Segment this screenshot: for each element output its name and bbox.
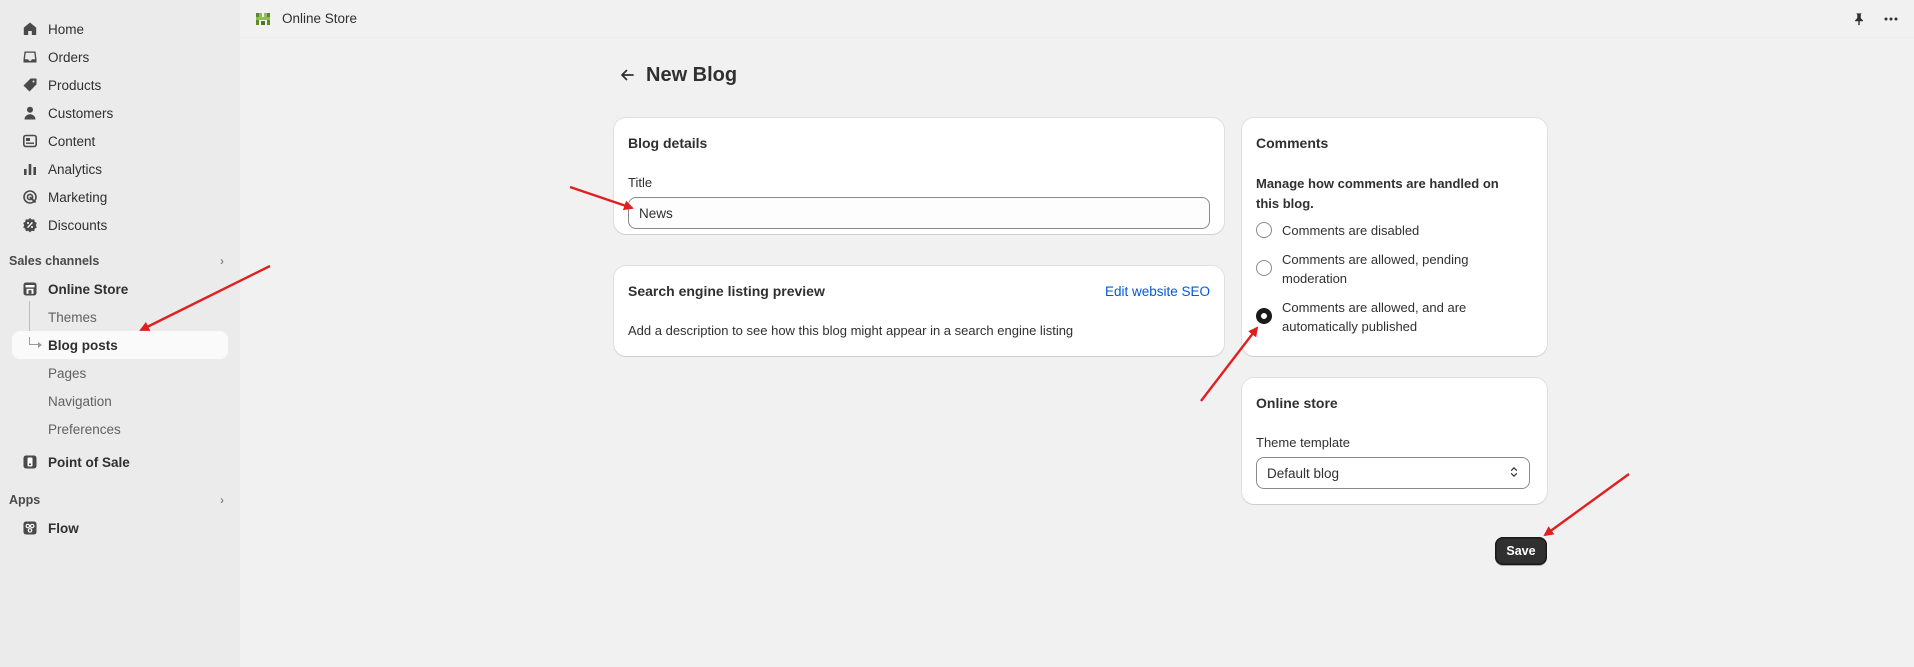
sidebar-item-online-store[interactable]: Online Store <box>12 275 228 303</box>
sidebar-item-orders[interactable]: Orders <box>12 43 228 71</box>
radio-button-checked[interactable] <box>1256 308 1272 324</box>
sidebar-item-products[interactable]: Products <box>12 71 228 99</box>
sidebar-item-flow[interactable]: Flow <box>12 514 228 542</box>
radio-label-line2: moderation <box>1282 271 1348 286</box>
back-arrow-icon[interactable] <box>614 62 640 88</box>
pos-icon <box>22 454 38 470</box>
sidebar-item-content[interactable]: Content <box>12 127 228 155</box>
seo-description: Add a description to see how this blog m… <box>628 323 1074 338</box>
topbar: Online Store <box>240 0 1914 38</box>
target-icon <box>22 189 38 205</box>
flow-icon <box>22 520 38 536</box>
theme-template-select[interactable]: Default blog <box>1256 457 1530 489</box>
sidebar-item-home[interactable]: Home <box>12 15 228 43</box>
comments-card: Comments Manage how comments are handled… <box>1242 118 1547 356</box>
more-horizontal-icon[interactable] <box>1882 10 1900 28</box>
radio-label-line1: Comments are allowed, and are <box>1282 300 1467 315</box>
sales-channels-label: Sales channels <box>9 254 100 268</box>
sidebar-item-label: Home <box>48 21 85 37</box>
sidebar-item-customers[interactable]: Customers <box>12 99 228 127</box>
sidebar-item-label: Analytics <box>48 161 103 177</box>
sidebar-item-label: Customers <box>48 105 114 121</box>
sidebar-subitem-label: Navigation <box>48 393 112 409</box>
sidebar-subitem-blog-posts[interactable]: Blog posts <box>12 331 228 359</box>
pin-icon[interactable] <box>1850 10 1868 28</box>
sidebar-item-analytics[interactable]: Analytics <box>12 155 228 183</box>
radio-label-line1: Comments are allowed, pending <box>1282 252 1469 267</box>
sidebar-subitem-pages[interactable]: Pages <box>12 359 228 387</box>
apps-label: Apps <box>9 493 41 507</box>
sidebar-item-label: Content <box>48 133 96 149</box>
tree-elbow-icon <box>29 337 42 348</box>
radio-button[interactable] <box>1256 260 1272 276</box>
radio-label: Comments are disabled <box>1282 223 1420 238</box>
page-header: New Blog <box>614 62 737 88</box>
theme-template-label: Theme template <box>1256 435 1350 450</box>
radio-comments-disabled[interactable]: Comments are disabled <box>1256 221 1419 240</box>
sidebar-subitem-preferences[interactable]: Preferences <box>12 415 228 443</box>
title-input[interactable]: News <box>628 197 1210 229</box>
tag-icon <box>22 77 38 93</box>
online-store-heading: Online store <box>1256 395 1338 411</box>
title-label: Title <box>628 175 653 190</box>
select-chevron-icon <box>1509 465 1519 482</box>
chart-icon <box>22 161 38 177</box>
app-title: Online Store <box>282 11 358 26</box>
home-icon <box>22 21 38 37</box>
radio-label: Comments are allowed, pending moderation <box>1282 250 1468 288</box>
blog-details-card: Blog details Title News <box>614 118 1224 234</box>
radio-label: Comments are allowed, and are automatica… <box>1282 298 1466 336</box>
sidebar-item-label: Orders <box>48 49 90 65</box>
sidebar-item-label: Flow <box>48 520 79 536</box>
person-icon <box>22 105 38 121</box>
sidebar-subitem-label: Themes <box>48 309 97 325</box>
store-icon <box>22 281 38 297</box>
sidebar-subitem-label: Blog posts <box>48 337 118 353</box>
radio-comments-auto-published[interactable]: Comments are allowed, and are automatica… <box>1256 298 1466 336</box>
apps-header[interactable]: Apps › <box>0 486 228 514</box>
sidebar-subitem-navigation[interactable]: Navigation <box>12 387 228 415</box>
sidebar-item-label: Marketing <box>48 189 108 205</box>
sidebar-subitem-label: Pages <box>48 365 87 381</box>
sidebar: Home Orders Products Customers Content A… <box>0 0 240 667</box>
sidebar-subitem-label: Preferences <box>48 421 121 437</box>
seo-heading: Search engine listing preview <box>628 283 825 299</box>
save-button[interactable]: Save <box>1495 537 1547 565</box>
edit-website-seo-link[interactable]: Edit website SEO <box>1105 284 1210 299</box>
chevron-right-icon: › <box>220 493 224 507</box>
sidebar-item-marketing[interactable]: Marketing <box>12 183 228 211</box>
sidebar-item-label: Online Store <box>48 281 129 297</box>
online-store-app-icon <box>254 10 272 28</box>
radio-button[interactable] <box>1256 222 1272 238</box>
sales-channels-header[interactable]: Sales channels › <box>0 247 228 275</box>
blog-details-heading: Blog details <box>628 135 708 151</box>
online-store-card: Online store Theme template Default blog <box>1242 378 1547 504</box>
sidebar-subitem-themes[interactable]: Themes <box>12 303 228 331</box>
sidebar-item-label: Products <box>48 77 102 93</box>
content-icon <box>22 133 38 149</box>
sidebar-item-label: Discounts <box>48 217 108 233</box>
theme-template-value: Default blog <box>1267 465 1340 481</box>
comments-heading: Comments <box>1256 135 1329 151</box>
radio-comments-pending-moderation[interactable]: Comments are allowed, pending moderation <box>1256 250 1468 288</box>
sidebar-item-label: Point of Sale <box>48 454 130 470</box>
chevron-right-icon: › <box>220 254 224 268</box>
seo-preview-card: Search engine listing preview Edit websi… <box>614 266 1224 356</box>
inbox-icon <box>22 49 38 65</box>
comments-description: Manage how comments are handled on this … <box>1256 176 1499 211</box>
sidebar-item-point-of-sale[interactable]: Point of Sale <box>12 448 228 476</box>
title-input-value: News <box>639 205 673 221</box>
discount-icon <box>22 217 38 233</box>
page-title: New Blog <box>646 63 738 86</box>
arrow-to-save-button <box>1543 473 1630 537</box>
sidebar-item-discounts[interactable]: Discounts <box>12 211 228 239</box>
radio-label-line2: automatically published <box>1282 319 1418 334</box>
